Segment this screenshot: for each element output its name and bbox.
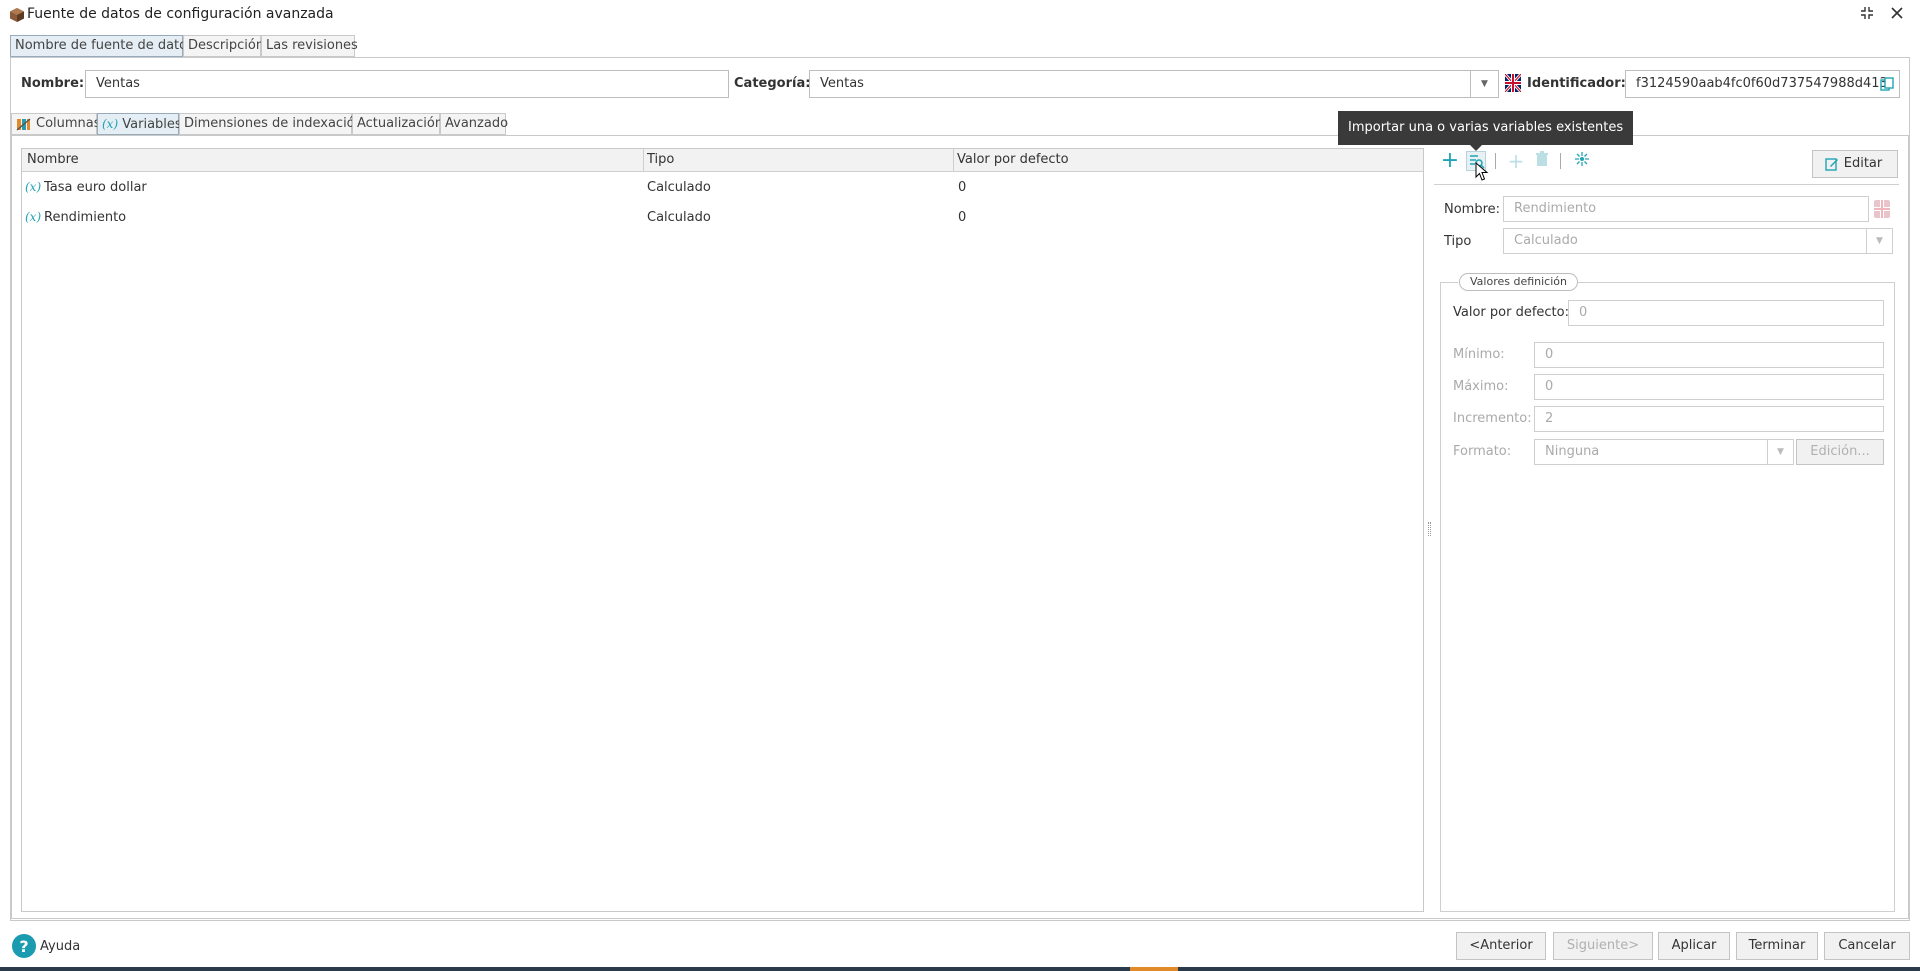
column-header-default[interactable]: Valor por defecto xyxy=(957,149,1069,171)
title-bar: Fuente de datos de configuración avanzad… xyxy=(0,0,1920,30)
column-separator xyxy=(953,149,954,172)
editor-type-select[interactable]: Calculado ▼ xyxy=(1503,228,1893,254)
group-line xyxy=(1568,282,1895,283)
apply-button[interactable]: Aplicar xyxy=(1658,932,1730,960)
edit-icon xyxy=(1825,158,1838,171)
column-header-type[interactable]: Tipo xyxy=(647,149,674,171)
grid-header: Nombre Tipo Valor por defecto xyxy=(22,149,1423,172)
identifier-label: Identificador: xyxy=(1527,76,1626,91)
editor-type-value: Calculado xyxy=(1514,233,1578,248)
tab-columns-label: Columnas xyxy=(36,116,101,131)
table-row[interactable]: (x) Rendimiento Calculado 0 xyxy=(22,206,1423,232)
format-value: Ninguna xyxy=(1545,444,1600,459)
svg-text:?: ? xyxy=(19,937,28,956)
variable-icon: (x) xyxy=(25,210,42,224)
tab-description[interactable]: Descripción xyxy=(183,35,264,57)
increment-label: Incremento: xyxy=(1453,411,1532,426)
bottom-bar xyxy=(0,967,1920,971)
category-label: Categoría: xyxy=(734,76,811,91)
column-separator xyxy=(643,149,644,172)
cube-icon xyxy=(10,8,24,22)
variables-grid: Nombre Tipo Valor por defecto (x) Tasa e… xyxy=(21,148,1424,912)
tab-revisions[interactable]: Las revisiones xyxy=(261,35,358,57)
chevron-down-icon[interactable]: ▼ xyxy=(1470,71,1498,97)
editor-type-label: Tipo xyxy=(1444,234,1472,249)
group-line xyxy=(1440,282,1458,283)
format-label: Formato: xyxy=(1453,444,1512,459)
edit-button-label: Editar xyxy=(1843,156,1883,171)
row-type: Calculado xyxy=(647,210,711,225)
category-value: Ventas xyxy=(820,76,864,91)
category-select[interactable]: Ventas ▼ xyxy=(809,70,1499,98)
variable-icon: (x) xyxy=(102,117,119,131)
format-select[interactable]: Ninguna ▼ xyxy=(1534,439,1794,465)
flag-uk-icon[interactable] xyxy=(1874,200,1890,218)
editor-name-label: Nombre: xyxy=(1444,202,1501,217)
trash-icon[interactable] xyxy=(1532,151,1552,171)
toolbar-separator xyxy=(1560,153,1561,169)
bottom-bar-highlight xyxy=(1130,967,1178,971)
default-value-input[interactable]: 0 xyxy=(1568,300,1884,326)
format-edit-button[interactable]: Edición... xyxy=(1796,439,1884,465)
mouse-cursor-icon xyxy=(1475,162,1489,181)
restore-icon[interactable] xyxy=(1857,5,1877,25)
table-row[interactable]: (x) Tasa euro dollar Calculado 0 xyxy=(22,176,1423,202)
cancel-button[interactable]: Cancelar xyxy=(1824,932,1910,960)
edit-button[interactable]: Editar xyxy=(1812,150,1898,178)
identifier-field[interactable]: f3124590aab4fc0f60d737547988d413 xyxy=(1625,70,1900,98)
max-input[interactable]: 0 xyxy=(1534,374,1884,400)
name-label: Nombre: xyxy=(21,76,85,91)
row-name: Rendimiento xyxy=(44,210,127,225)
row-default: 0 xyxy=(958,180,967,195)
variable-icon: (x) xyxy=(25,180,42,194)
toolbar-divider xyxy=(1434,184,1899,185)
help-icon[interactable]: ? xyxy=(12,934,36,958)
window-title: Fuente de datos de configuración avanzad… xyxy=(27,6,334,22)
help-link[interactable]: Ayuda xyxy=(40,939,80,954)
column-header-name[interactable]: Nombre xyxy=(27,149,79,171)
max-label: Máximo: xyxy=(1453,379,1509,394)
default-value-label: Valor por defecto: xyxy=(1453,305,1569,320)
splitter-handle[interactable] xyxy=(1428,522,1431,536)
copy-icon[interactable] xyxy=(1880,77,1894,91)
row-type: Calculado xyxy=(647,180,711,195)
previous-button[interactable]: <Anterior xyxy=(1456,932,1546,960)
finish-button[interactable]: Terminar xyxy=(1736,932,1818,960)
tooltip-arrow xyxy=(1470,145,1482,151)
toolbar-separator xyxy=(1495,153,1496,169)
tooltip: Importar una o varias variables existent… xyxy=(1338,111,1634,145)
next-button[interactable]: Siguiente> xyxy=(1553,932,1653,960)
row-default: 0 xyxy=(958,210,967,225)
chevron-down-icon[interactable]: ▼ xyxy=(1866,229,1892,253)
tab-advanced[interactable]: Avanzado xyxy=(440,113,508,135)
flag-uk-icon[interactable] xyxy=(1505,74,1521,92)
chevron-down-icon[interactable]: ▼ xyxy=(1767,440,1793,464)
add-variable-icon[interactable]: + xyxy=(1440,150,1460,172)
close-icon[interactable] xyxy=(1887,5,1907,25)
min-input[interactable]: 0 xyxy=(1534,342,1884,368)
tab-columns[interactable]: Columnas xyxy=(11,113,101,135)
tab-datasource-name[interactable]: Nombre de fuente de datos xyxy=(10,35,194,57)
tab-update[interactable]: Actualización xyxy=(352,113,443,135)
columns-icon xyxy=(16,118,31,131)
row-name: Tasa euro dollar xyxy=(44,180,147,195)
tab-variables[interactable]: (x) Variables xyxy=(97,113,182,135)
min-label: Mínimo: xyxy=(1453,347,1505,362)
name-input[interactable]: Ventas xyxy=(85,70,729,98)
editor-name-input[interactable]: Rendimiento xyxy=(1503,196,1869,222)
group-title: Valores definición xyxy=(1459,273,1578,291)
sparkle-icon[interactable] xyxy=(1572,151,1592,171)
tab-variables-label: Variables xyxy=(122,117,182,132)
increment-input[interactable]: 2 xyxy=(1534,406,1884,432)
tab-indexing-dimensions[interactable]: Dimensiones de indexación xyxy=(179,113,363,135)
add-child-icon[interactable]: + xyxy=(1506,151,1526,171)
